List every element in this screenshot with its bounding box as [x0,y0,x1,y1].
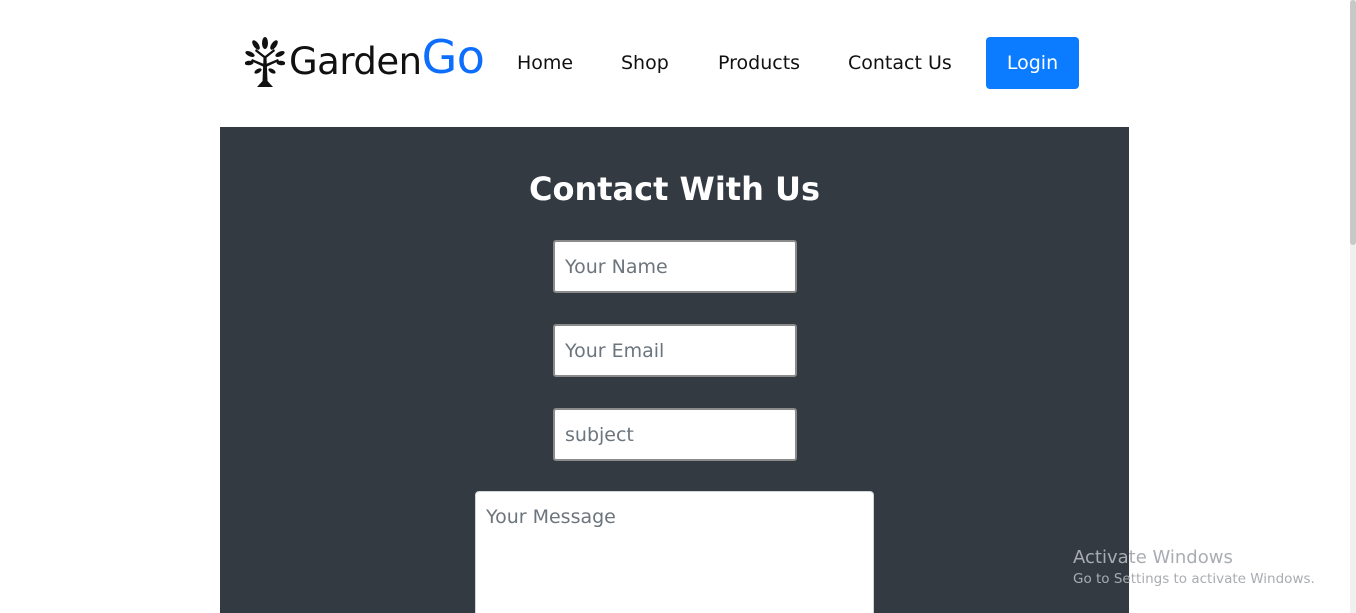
nav-home[interactable]: Home [517,50,573,76]
email-input[interactable] [553,324,797,377]
brand-logo[interactable]: Garden Go [245,30,485,89]
contact-section: Contact With Us [220,127,1129,613]
login-button[interactable]: Login [986,37,1079,89]
message-textarea[interactable] [475,491,874,613]
nav-contact-us[interactable]: Contact Us [848,50,952,76]
page: Garden Go Home Shop Products Contact Us L… [0,0,1356,613]
activate-windows-watermark: Activate Windows Go to Settings to activ… [1073,547,1315,589]
nav-shop[interactable]: Shop [621,50,669,76]
subject-input[interactable] [553,408,797,461]
navbar: Garden Go Home Shop Products Contact Us L… [0,0,1350,127]
brand-accent: Go [421,30,485,84]
brand-name: Garden [289,40,422,83]
scrollbar-thumb[interactable] [1350,0,1356,245]
contact-title: Contact With Us [528,170,821,208]
watermark-subtitle: Go to Settings to activate Windows. [1073,571,1315,587]
page-scrollbar[interactable] [1350,0,1356,613]
watermark-title: Activate Windows [1073,547,1233,568]
nav-products[interactable]: Products [718,50,800,76]
name-input[interactable] [553,240,797,293]
tree-icon [245,37,285,87]
